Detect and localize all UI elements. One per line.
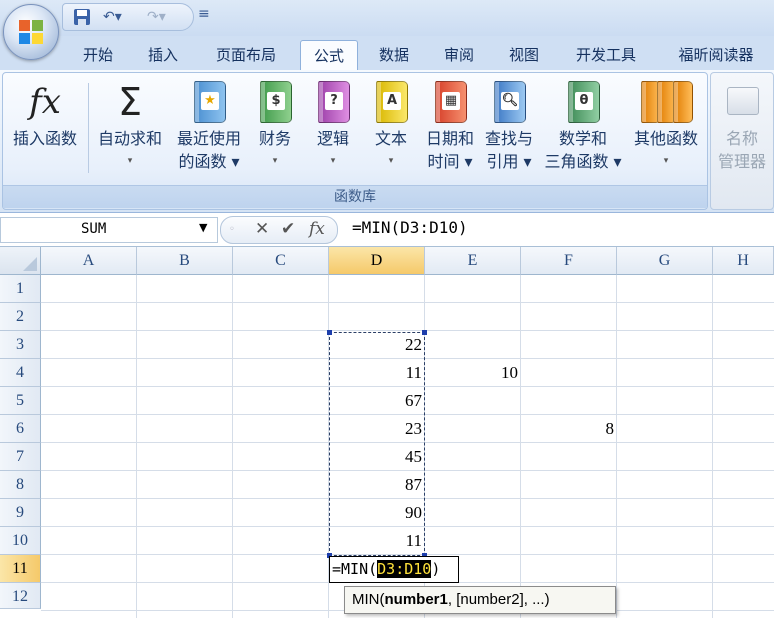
financial-button[interactable]: $ 财务 ▾ — [249, 77, 301, 173]
column-header-c[interactable]: C — [233, 247, 329, 275]
ribbon-tabs: 开始 插入 页面布局 公式 数据 审阅 视图 开发工具 福昕阅读器 — [0, 36, 774, 71]
autosum-button[interactable]: Σ 自动求和 ▾ — [91, 77, 169, 173]
grid-line — [41, 302, 774, 303]
cancel-icon[interactable]: ✕ — [255, 219, 269, 239]
text-button[interactable]: A 文本 ▾ — [365, 77, 417, 173]
theta-book-icon: θ — [568, 81, 600, 123]
undo-icon[interactable]: ↶▾ — [103, 8, 122, 26]
tab-data[interactable]: 数据 — [368, 40, 420, 70]
tab-developer[interactable]: 开发工具 — [562, 40, 650, 70]
current-argument: number1 — [384, 591, 448, 608]
column-header-g[interactable]: G — [617, 247, 713, 275]
quick-access-toolbar: ↶▾ ↷▾ — [62, 3, 194, 31]
date-time-button[interactable]: ▦ 日期和 时间 ▾ — [421, 77, 479, 173]
sigma-icon: Σ — [117, 80, 142, 124]
insert-function-button[interactable]: fx 插入函数 — [5, 77, 85, 150]
column-header-e[interactable]: E — [425, 247, 521, 275]
more-functions-button[interactable]: 其他函数 ▾ — [627, 77, 705, 173]
row-header-7[interactable]: 7 — [0, 443, 41, 471]
grid-line — [136, 275, 137, 618]
row-header-12[interactable]: 12 — [0, 583, 41, 609]
calendar-book-icon: ▦ — [435, 81, 467, 123]
row-header-10[interactable]: 10 — [0, 527, 41, 555]
tab-home[interactable]: 开始 — [72, 40, 124, 70]
separator — [88, 83, 89, 173]
range-reference-highlight: D3:D10 — [377, 560, 432, 578]
redo-icon[interactable]: ↷▾ — [147, 8, 166, 26]
row-header-3[interactable]: 3 — [0, 331, 41, 359]
enter-check-icon[interactable]: ✔ — [281, 219, 295, 239]
range-handle[interactable] — [422, 330, 427, 335]
range-handle[interactable] — [327, 330, 332, 335]
cell-e4[interactable]: 10 — [425, 359, 521, 387]
function-tooltip[interactable]: MIN(number1, [number2], ...) — [344, 586, 616, 614]
tab-foxit-reader[interactable]: 福昕阅读器 — [664, 40, 768, 70]
save-icon[interactable] — [73, 8, 91, 26]
office-logo-icon — [19, 20, 43, 44]
fx-icon: fx — [29, 82, 61, 122]
tab-page-layout[interactable]: 页面布局 — [203, 40, 289, 70]
select-all-corner[interactable] — [0, 247, 41, 275]
grid-line — [616, 275, 617, 618]
math-trig-button[interactable]: θ 数学和 三角函数 ▾ — [539, 77, 627, 173]
grid-line — [712, 275, 713, 618]
defined-names-group: 名称 管理器 — [710, 72, 774, 210]
row-header-5[interactable]: 5 — [0, 387, 41, 415]
grid-line — [520, 275, 521, 618]
star-book-icon: ★ — [194, 81, 226, 123]
function-library-group: 函数库 fx 插入函数 Σ 自动求和 ▾ ★ 最近使用 的函数 ▾ $ 财务 ▾… — [2, 72, 708, 210]
logical-button[interactable]: ? 逻辑 ▾ — [307, 77, 359, 173]
customize-qat-icon[interactable]: ≡ — [198, 6, 210, 22]
row-header-9[interactable]: 9 — [0, 499, 41, 527]
row-header-4[interactable]: 4 — [0, 359, 41, 387]
tab-formulas[interactable]: 公式 — [300, 40, 358, 71]
column-header-b[interactable]: B — [137, 247, 233, 275]
name-manager-button[interactable]: 名称 管理器 — [711, 77, 773, 173]
active-cell-editor[interactable]: =MIN(D3:D10) — [329, 556, 459, 583]
column-header-h[interactable]: H — [713, 247, 774, 275]
row-header-8[interactable]: 8 — [0, 471, 41, 499]
copy-range-marquee — [327, 330, 427, 558]
insert-function-icon[interactable]: fx — [309, 219, 325, 239]
column-header-a[interactable]: A — [41, 247, 137, 275]
money-book-icon: $ — [260, 81, 292, 123]
row-header-11[interactable]: 11 — [0, 555, 41, 583]
column-header-d[interactable]: D — [329, 247, 425, 275]
formula-bar: SUM ▼ ◦ ✕ ✔ fx =MIN(D3:D10) — [0, 213, 774, 247]
name-box-value: SUM — [81, 221, 107, 237]
grip-icon: ◦ — [229, 224, 235, 235]
worksheet-grid: ABCDEFGH 1 2 3 4 5 6 7 8 9 10 11 12 22 11 10 67 23 8 45 87… — [0, 247, 774, 618]
magnifier-book-icon: 🔍︎ — [494, 81, 526, 123]
name-tags-icon — [711, 77, 773, 127]
grid-line — [232, 275, 233, 618]
text-book-icon: A — [376, 81, 408, 123]
tab-view[interactable]: 视图 — [498, 40, 550, 70]
tab-review[interactable]: 审阅 — [433, 40, 485, 70]
cell-f6[interactable]: 8 — [521, 415, 617, 443]
row-header-1[interactable]: 1 — [0, 275, 41, 303]
row-header-2[interactable]: 2 — [0, 303, 41, 331]
row-header-6[interactable]: 6 — [0, 415, 41, 443]
group-label: 函数库 — [3, 185, 707, 208]
lookup-reference-button[interactable]: 🔍︎ 查找与 引用 ▾ — [479, 77, 539, 173]
books-stack-icon — [627, 77, 705, 127]
question-book-icon: ? — [318, 81, 350, 123]
chevron-down-icon[interactable]: ▼ — [199, 221, 207, 234]
formula-input[interactable]: =MIN(D3:D10) — [352, 218, 468, 237]
column-header-f[interactable]: F — [521, 247, 617, 275]
office-button[interactable] — [3, 4, 59, 60]
recently-used-button[interactable]: ★ 最近使用 的函数 ▾ — [169, 77, 249, 173]
ribbon: 函数库 fx 插入函数 Σ 自动求和 ▾ ★ 最近使用 的函数 ▾ $ 财务 ▾… — [0, 70, 774, 213]
tab-insert[interactable]: 插入 — [137, 40, 189, 70]
formula-bar-buttons: ◦ ✕ ✔ fx — [220, 216, 338, 244]
name-box[interactable]: SUM ▼ — [0, 217, 218, 243]
